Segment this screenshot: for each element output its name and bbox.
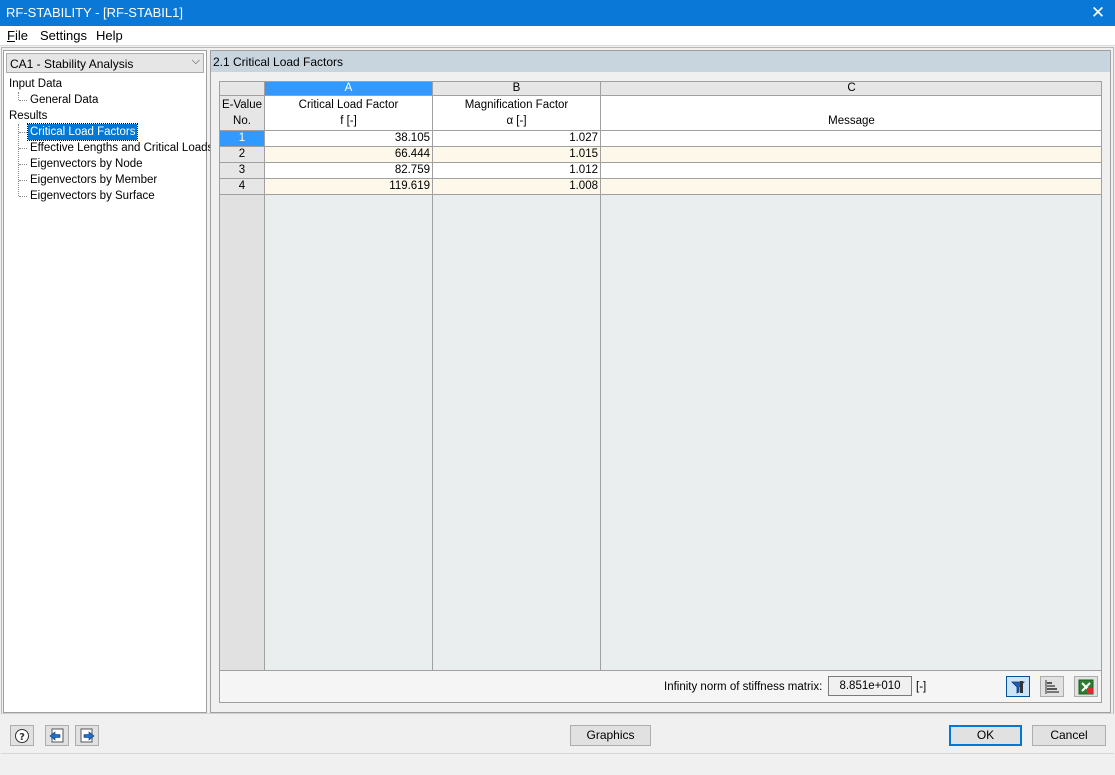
content-pane: 2.1 Critical Load Factors E-Value No. A … <box>210 50 1111 713</box>
title-bar: RF-STABILITY - [RF-STABIL1] ✕ <box>0 0 1115 26</box>
navigator-pane: CA1 - Stability Analysis ⌵ Input Data Ge… <box>3 50 213 713</box>
tree-item-general-data[interactable]: General Data <box>28 92 100 108</box>
ok-button[interactable]: OK <box>949 725 1022 746</box>
tree-group-results[interactable]: Results <box>9 108 47 124</box>
previous-button[interactable] <box>45 725 69 746</box>
cell-message[interactable] <box>601 179 1101 195</box>
column-letter-b[interactable]: B <box>433 82 601 96</box>
previous-icon <box>49 728 64 743</box>
filter-button[interactable] <box>1006 676 1030 697</box>
header-c-line1 <box>601 97 1101 113</box>
tree-item-effective-lengths[interactable]: Effective Lengths and Critical Loads <box>28 140 215 156</box>
next-button[interactable] <box>75 725 99 746</box>
tree-group-input-data[interactable]: Input Data <box>9 76 62 92</box>
menu-file[interactable]: File <box>7 28 28 43</box>
row-number[interactable]: 2 <box>220 147 265 163</box>
results-table: E-Value No. A B C Critical Load Factor f… <box>219 81 1102 671</box>
row-header-line1: E-Value <box>221 99 263 111</box>
help-icon: ? <box>15 729 29 743</box>
cell-critical-load-factor[interactable]: 82.759 <box>265 163 433 179</box>
column-header-message: Message <box>601 96 1101 131</box>
cell-magnification-factor[interactable]: 1.015 <box>433 147 601 163</box>
menu-settings[interactable]: Settings <box>40 28 87 43</box>
row-header-line2: No. <box>233 115 251 127</box>
dialog-button-bar: ? Graphics OK Cancel <box>1 713 1114 753</box>
cell-magnification-factor[interactable]: 1.012 <box>433 163 601 179</box>
window-title: RF-STABILITY - [RF-STABIL1] <box>6 5 183 20</box>
tree-item-critical-load-factors[interactable]: Critical Load Factors <box>26 123 139 141</box>
bar-chart-icon <box>1045 680 1059 694</box>
section-title: 2.1 Critical Load Factors <box>213 55 344 69</box>
cell-message[interactable] <box>601 131 1101 147</box>
row-number[interactable]: 1 <box>220 131 265 147</box>
cell-critical-load-factor[interactable]: 66.444 <box>265 147 433 163</box>
cancel-button[interactable]: Cancel <box>1032 725 1106 746</box>
graphics-button[interactable]: Graphics <box>570 725 651 746</box>
stiffness-norm-label: Infinity norm of stiffness matrix: <box>664 681 823 693</box>
row-number-header: E-Value No. <box>220 96 265 131</box>
stiffness-norm-unit: [-] <box>916 681 927 693</box>
section-header: 2.1 Critical Load Factors <box>211 51 1110 72</box>
cell-magnification-factor[interactable]: 1.027 <box>433 131 601 147</box>
row-number[interactable]: 4 <box>220 179 265 195</box>
column-header-critical-load-factor: Critical Load Factor f [-] <box>265 96 433 131</box>
cell-message[interactable] <box>601 163 1101 179</box>
close-icon[interactable]: ✕ <box>1081 0 1115 26</box>
stiffness-norm-value: 8.851e+010 <box>828 676 912 696</box>
help-button[interactable]: ? <box>10 725 34 746</box>
cell-message[interactable] <box>601 147 1101 163</box>
menu-bar: File Settings Help <box>0 26 1115 46</box>
cell-critical-load-factor[interactable]: 119.619 <box>265 179 433 195</box>
case-select[interactable]: CA1 - Stability Analysis ⌵ <box>6 53 204 73</box>
cell-critical-load-factor[interactable]: 38.105 <box>265 131 433 147</box>
header-a-line1: Critical Load Factor <box>298 99 399 111</box>
column-header-magnification-factor: Magnification Factor α [-] <box>433 96 601 131</box>
case-select-value: CA1 - Stability Analysis <box>10 57 134 71</box>
column-letter-a[interactable]: A <box>265 82 433 96</box>
status-bar <box>1 753 1114 774</box>
header-a-line2: f [-] <box>340 115 357 127</box>
tree-item-eigenvectors-surface[interactable]: Eigenvectors by Surface <box>28 188 157 204</box>
dropdown-icon[interactable]: ⌵ <box>192 55 200 68</box>
menu-help[interactable]: Help <box>96 28 123 43</box>
row-number[interactable]: 3 <box>220 163 265 179</box>
chart-button[interactable] <box>1040 676 1064 697</box>
excel-export-icon <box>1078 679 1094 695</box>
column-letter-c[interactable]: C <box>601 82 1101 96</box>
header-b-line1: Magnification Factor <box>464 99 569 111</box>
cell-magnification-factor[interactable]: 1.008 <box>433 179 601 195</box>
table-footer: Infinity norm of stiffness matrix: 8.851… <box>219 671 1102 703</box>
corner-cell <box>220 82 265 96</box>
svg-text:?: ? <box>19 732 25 743</box>
header-b-line2: α [-] <box>506 115 527 127</box>
next-icon <box>80 728 95 743</box>
tree-item-eigenvectors-node[interactable]: Eigenvectors by Node <box>28 156 145 172</box>
tree-item-eigenvectors-member[interactable]: Eigenvectors by Member <box>28 172 159 188</box>
header-c-line2: Message <box>828 115 875 127</box>
filter-icon <box>1011 681 1025 694</box>
excel-export-button[interactable] <box>1074 676 1098 697</box>
